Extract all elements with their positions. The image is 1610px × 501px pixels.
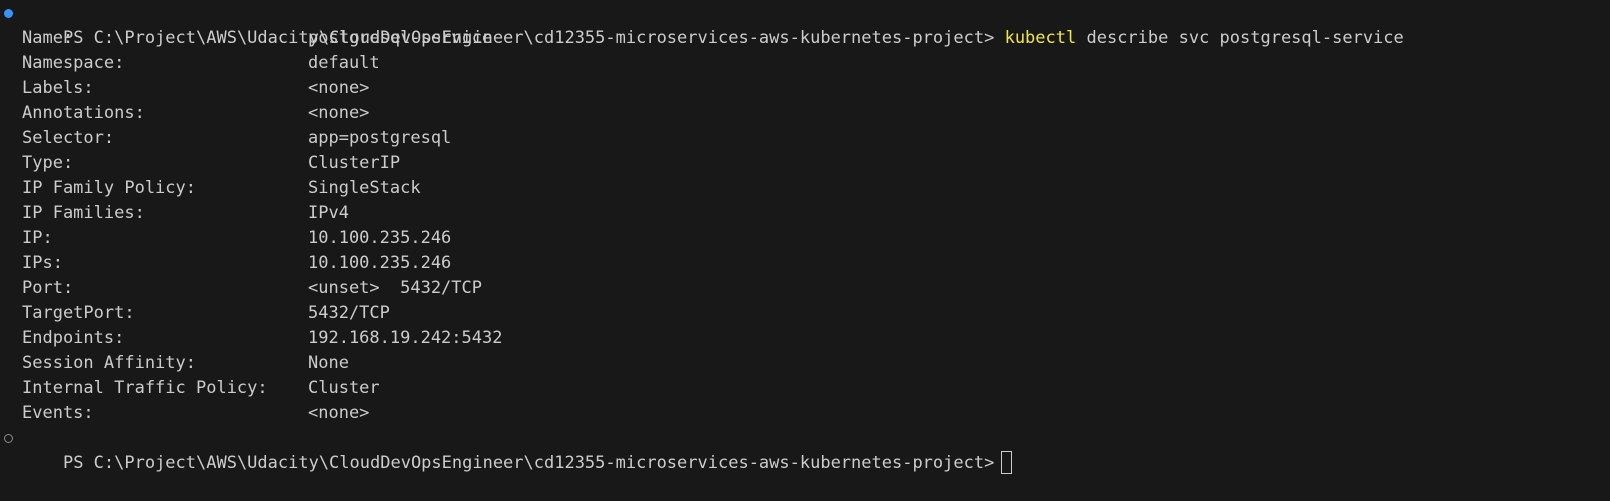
property-key: Annotations: (22, 103, 145, 123)
command-line: PS C:\Project\AWS\Udacity\CloudDevOpsEng… (0, 1, 1610, 48)
property-key: Session Affinity: (22, 353, 196, 373)
text-cursor (1001, 450, 1013, 474)
property-value: default (308, 53, 380, 73)
property-key: Labels: (22, 78, 94, 98)
property-key: Type: (22, 153, 74, 173)
command-output: Name: postgresql-service Namespace: default… (0, 26, 1610, 426)
output-row: Session Affinity: None (0, 351, 1610, 376)
output-row: IP Families: IPv4 (0, 201, 1610, 226)
terminal-panel[interactable]: PS C:\Project\AWS\Udacity\CloudDevOpsEng… (0, 0, 1610, 496)
property-key: Namespace: (22, 53, 125, 73)
property-key: IP Families: (22, 203, 145, 223)
property-value: 10.100.235.246 (308, 228, 452, 248)
property-key: TargetPort: (22, 303, 135, 323)
property-value: 10.100.235.246 (308, 253, 452, 273)
current-prompt-line[interactable]: PS C:\Project\AWS\Udacity\CloudDevOpsEng… (0, 426, 1610, 474)
property-value: <none> (308, 103, 370, 123)
output-row: Events: <none> (0, 401, 1610, 426)
output-row: TargetPort: 5432/TCP (0, 301, 1610, 326)
property-value: <unset> 5432/TCP (308, 278, 482, 298)
output-row: Port: <unset> 5432/TCP (0, 276, 1610, 301)
property-key: IP: (22, 228, 53, 248)
property-value: 5432/TCP (308, 303, 390, 323)
property-key: Port: (22, 278, 74, 298)
property-key: IP Family Policy: (22, 178, 196, 198)
property-key: Endpoints: (22, 328, 125, 348)
command-pending-decoration-icon[interactable] (4, 434, 13, 443)
output-row: IP Family Policy: SingleStack (0, 176, 1610, 201)
property-value: IPv4 (308, 203, 349, 223)
property-value: postgresql-service (308, 28, 493, 48)
output-row: Endpoints: 192.168.19.242:5432 (0, 326, 1610, 351)
property-value: ClusterIP (308, 153, 401, 173)
output-row: Selector: app=postgresql (0, 126, 1610, 151)
property-key: Name: (22, 28, 74, 48)
property-value: None (308, 353, 349, 373)
property-value: SingleStack (308, 178, 421, 198)
output-row: Annotations: <none> (0, 101, 1610, 126)
output-row: Internal Traffic Policy: Cluster (0, 376, 1610, 401)
property-key: Internal Traffic Policy: (22, 378, 268, 398)
output-row: IP: 10.100.235.246 (0, 226, 1610, 251)
property-value: app=postgresql (308, 128, 452, 148)
property-value: Cluster (308, 378, 380, 398)
output-row: Namespace: default (0, 51, 1610, 76)
output-row: IPs: 10.100.235.246 (0, 251, 1610, 276)
output-row: Type: ClusterIP (0, 151, 1610, 176)
command-success-decoration-icon[interactable] (4, 9, 13, 18)
current-prompt-text: PS C:\Project\AWS\Udacity\CloudDevOpsEng… (62, 453, 995, 473)
output-row: Name: postgresql-service (0, 26, 1610, 51)
property-key: Events: (22, 403, 94, 423)
output-row: Labels: <none> (0, 76, 1610, 101)
property-key: Selector: (22, 128, 115, 148)
property-value: 192.168.19.242:5432 (308, 328, 503, 348)
property-value: <none> (308, 78, 370, 98)
property-value: <none> (308, 403, 370, 423)
property-key: IPs: (22, 253, 63, 273)
